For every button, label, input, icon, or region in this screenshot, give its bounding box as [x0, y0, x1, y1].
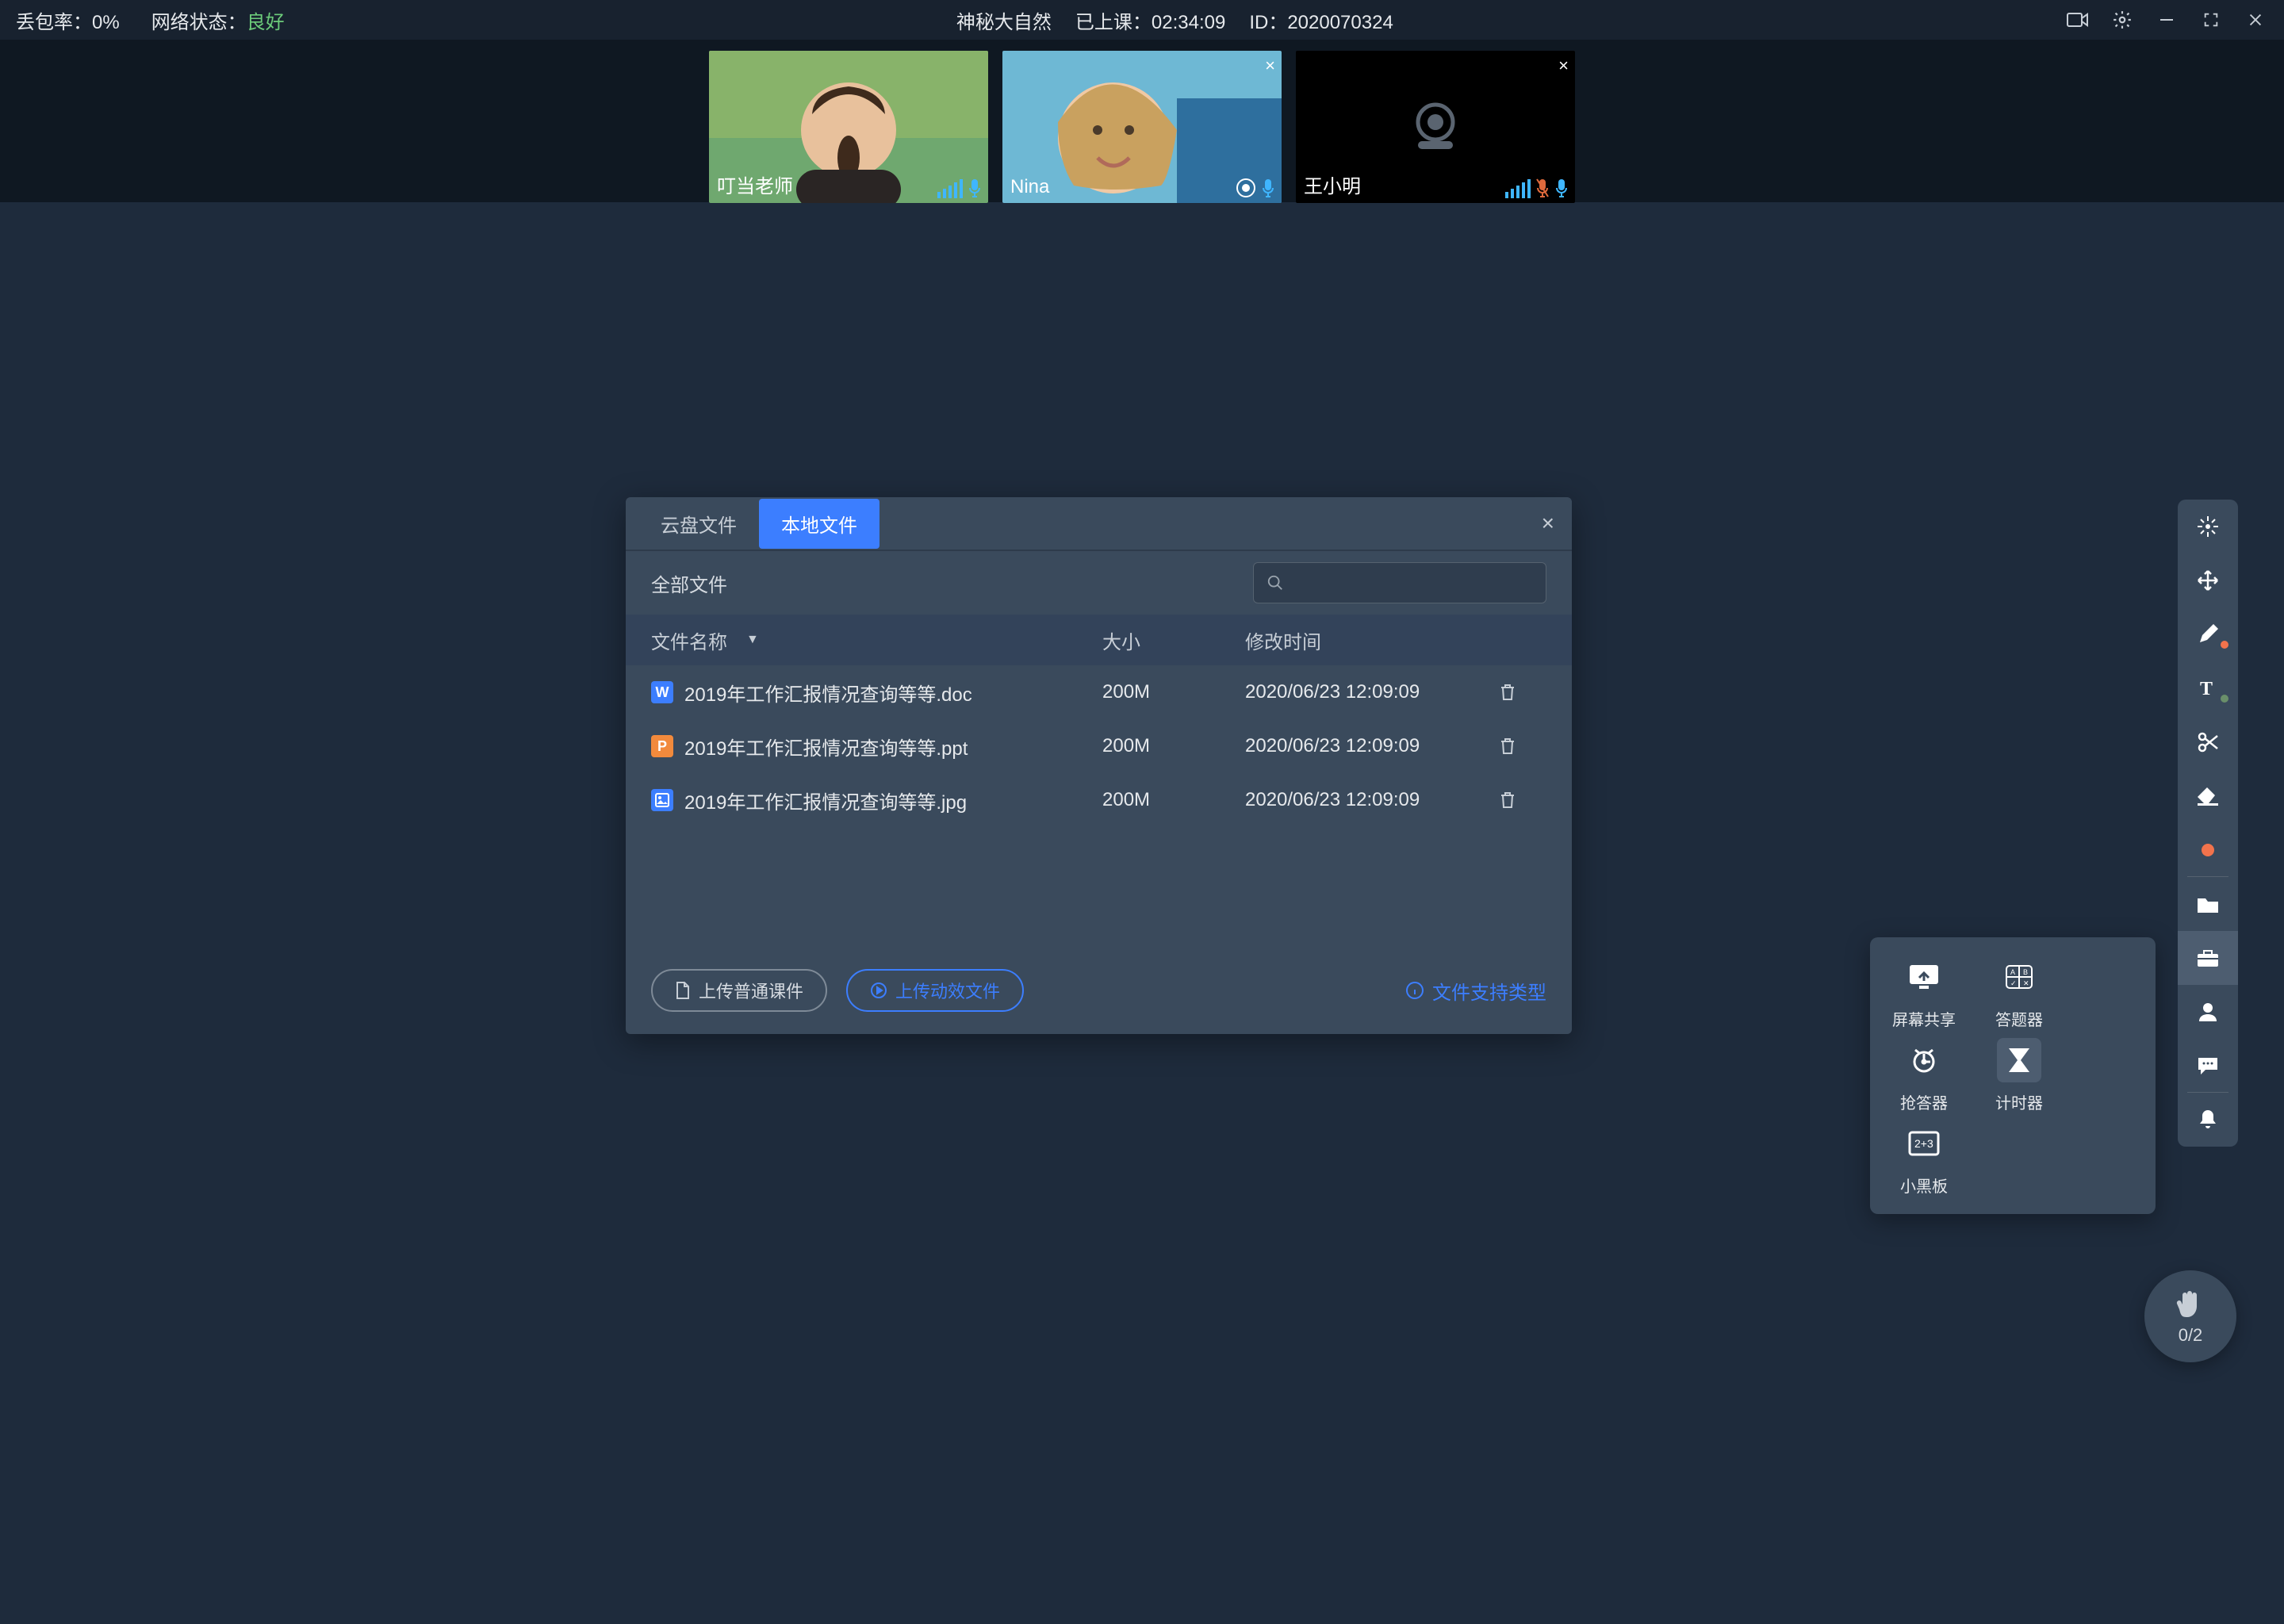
room-id-label: ID：	[1249, 12, 1287, 33]
supported-types-link[interactable]: 文件支持类型	[1405, 977, 1546, 1005]
delete-file-icon[interactable]	[1499, 791, 1546, 810]
camera-toggle-icon[interactable]	[1236, 178, 1256, 198]
file-size: 200M	[1102, 735, 1245, 757]
tool-scissors-icon[interactable]	[2178, 715, 2238, 769]
document-icon	[675, 981, 691, 1000]
tool-buzzer[interactable]: 抢答器	[1884, 1038, 1964, 1113]
file-row[interactable]: 2019年工作汇报情况查询等等.jpg 200M 2020/06/23 12:0…	[626, 773, 1572, 827]
file-time: 2020/06/23 12:09:09	[1245, 735, 1499, 757]
file-table-header: 文件名称 ▼ 大小 修改时间	[626, 615, 1572, 665]
col-header-name[interactable]: 文件名称 ▼	[651, 626, 1102, 654]
tool-pen-icon[interactable]	[2178, 607, 2238, 661]
tool-color-icon[interactable]	[2178, 823, 2238, 877]
file-size: 200M	[1102, 681, 1245, 703]
class-name: 神秘大自然	[956, 6, 1052, 34]
delete-file-icon[interactable]	[1499, 683, 1546, 702]
sort-desc-icon: ▼	[746, 633, 759, 647]
tool-screen-share[interactable]: 屏幕共享	[1884, 955, 1964, 1030]
record-icon[interactable]	[2065, 7, 2090, 33]
participant-strip: 叮当老师 × Nina × 王小明	[0, 40, 2284, 202]
file-row[interactable]: W 2019年工作汇报情况查询等等.doc 200M 2020/06/23 12…	[626, 665, 1572, 719]
video-tile-student[interactable]: × Nina	[1002, 51, 1282, 203]
file-dialog: 云盘文件 本地文件 × 全部文件 文件名称 ▼ 大小 修改时间 W 2019年工…	[626, 497, 1572, 1034]
file-type-doc-icon: W	[651, 681, 673, 703]
file-name: 2019年工作汇报情况查询等等.ppt	[684, 733, 968, 760]
col-header-size[interactable]: 大小	[1102, 626, 1245, 654]
mic-icon	[1554, 178, 1569, 198]
network-value: 良好	[247, 12, 285, 33]
upload-normal-button[interactable]: 上传普通课件	[651, 969, 827, 1012]
tool-timer[interactable]: 计时器	[1979, 1038, 2059, 1113]
hand-icon	[2175, 1287, 2206, 1322]
file-time: 2020/06/23 12:09:09	[1245, 789, 1499, 811]
tool-move-icon[interactable]	[2178, 553, 2238, 607]
participant-name: 王小明	[1304, 170, 1361, 198]
network-label: 网络状态：	[151, 12, 247, 33]
tool-courseware-icon[interactable]	[2178, 877, 2238, 931]
tool-roster-icon[interactable]	[2178, 985, 2238, 1039]
tool-text-icon[interactable]: T	[2178, 661, 2238, 715]
file-time: 2020/06/23 12:09:09	[1245, 681, 1499, 703]
packet-loss-value: 0%	[92, 12, 120, 33]
side-toolbar: T	[2178, 500, 2238, 1147]
play-circle-icon	[870, 982, 887, 999]
svg-text:T: T	[2200, 679, 2213, 699]
tile-close-icon[interactable]: ×	[1265, 56, 1275, 76]
info-icon	[1405, 981, 1424, 1000]
tab-local-files[interactable]: 本地文件	[759, 499, 879, 549]
participant-name: Nina	[1010, 176, 1049, 198]
dialog-tabs: 云盘文件 本地文件 ×	[626, 497, 1572, 551]
tool-panel: 屏幕共享 AB✕✓ 答题器 抢答器 计时器 2+3 小黑板	[1870, 937, 2156, 1214]
raise-hand-count: 0/2	[2179, 1325, 2203, 1346]
raise-hand-button[interactable]: 0/2	[2144, 1270, 2236, 1362]
tool-mini-board[interactable]: 2+3 小黑板	[1884, 1121, 1964, 1197]
search-icon	[1267, 574, 1284, 592]
file-name: 2019年工作汇报情况查询等等.doc	[684, 679, 972, 707]
tool-laser-icon[interactable]	[2178, 500, 2238, 553]
tile-close-icon[interactable]: ×	[1558, 56, 1569, 76]
minimize-icon[interactable]	[2154, 7, 2179, 33]
tool-bell-icon[interactable]	[2178, 1093, 2238, 1147]
settings-icon[interactable]	[2110, 7, 2135, 33]
file-row[interactable]: P 2019年工作汇报情况查询等等.ppt 200M 2020/06/23 12…	[626, 719, 1572, 773]
svg-text:B: B	[2023, 968, 2028, 976]
file-type-ppt-icon: P	[651, 735, 673, 757]
elapsed-label: 已上课：	[1075, 12, 1152, 33]
delete-file-icon[interactable]	[1499, 737, 1546, 756]
file-size: 200M	[1102, 789, 1245, 811]
upload-dynamic-button[interactable]: 上传动效文件	[846, 969, 1024, 1012]
video-tile-student[interactable]: × 王小明	[1296, 51, 1575, 203]
col-header-time[interactable]: 修改时间	[1245, 626, 1499, 654]
status-bar: 丢包率：0% 网络状态：良好 神秘大自然 已上课：02:34:09 ID：202…	[0, 0, 2284, 40]
svg-text:2+3: 2+3	[1914, 1137, 1933, 1150]
room-id-value: 2020070324	[1287, 12, 1393, 33]
file-type-image-icon	[651, 789, 673, 811]
signal-icon	[1505, 179, 1531, 198]
mic-icon	[1261, 178, 1275, 198]
svg-text:A: A	[2010, 968, 2015, 976]
tab-cloud-files[interactable]: 云盘文件	[638, 499, 759, 549]
file-name: 2019年工作汇报情况查询等等.jpg	[684, 787, 967, 814]
participant-name: 叮当老师	[717, 170, 793, 198]
mic-muted-icon	[1535, 178, 1550, 198]
dialog-close-icon[interactable]: ×	[1542, 511, 1554, 536]
elapsed-value: 02:34:09	[1152, 12, 1225, 33]
tool-chat-icon[interactable]	[2178, 1039, 2238, 1093]
video-tile-teacher[interactable]: 叮当老师	[709, 51, 988, 203]
tool-answer[interactable]: AB✕✓ 答题器	[1979, 955, 2059, 1030]
search-input[interactable]	[1253, 562, 1546, 603]
signal-icon	[937, 179, 963, 198]
svg-text:✓: ✓	[2010, 979, 2017, 987]
fullscreen-icon[interactable]	[2198, 7, 2224, 33]
svg-text:✕: ✕	[2023, 979, 2029, 987]
packet-loss-label: 丢包率：	[16, 12, 92, 33]
breadcrumb[interactable]: 全部文件	[651, 569, 727, 597]
tool-eraser-icon[interactable]	[2178, 769, 2238, 823]
tool-toolbox-icon[interactable]	[2178, 931, 2238, 985]
mic-icon	[968, 178, 982, 198]
close-icon[interactable]	[2243, 7, 2268, 33]
